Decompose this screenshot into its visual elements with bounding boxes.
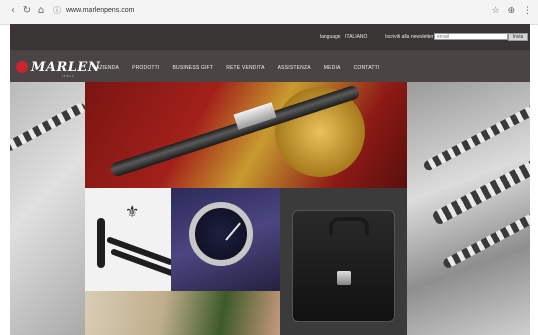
- briefcase-clasp: [337, 271, 351, 285]
- top-bar: language ITALIANO Iscriviti alla newslet…: [10, 24, 530, 50]
- reload-icon[interactable]: ↻: [22, 6, 32, 16]
- pen-decoration: [422, 102, 530, 172]
- watch-image: [189, 202, 253, 266]
- menu-item-rete-vendita[interactable]: RETE VENDITA: [226, 65, 264, 71]
- language-label: language: [320, 34, 341, 40]
- info-icon[interactable]: ⓘ: [52, 6, 62, 16]
- star-icon[interactable]: ☆: [492, 6, 500, 16]
- briefcase-handle: [329, 217, 369, 235]
- crest-emblem: ⚜: [125, 202, 140, 221]
- send-button[interactable]: Invia: [508, 33, 528, 41]
- pen-decoration: [431, 152, 530, 226]
- menu-item-prodotti[interactable]: PRODOTTI: [132, 65, 159, 71]
- craft-tile[interactable]: [85, 291, 280, 335]
- email-field[interactable]: [434, 33, 508, 40]
- menu: AZIENDA PRODOTTI BUSINESS GIFT RETE VEND…: [96, 65, 392, 71]
- language-selector[interactable]: ITALIANO: [345, 34, 367, 40]
- menu-item-contatti[interactable]: CONTATTI: [354, 65, 380, 71]
- logo-subtitle: ITALY: [62, 74, 75, 78]
- watch-hand: [225, 222, 241, 241]
- pens-tile[interactable]: ⚜: [85, 188, 171, 291]
- briefcase-tile[interactable]: [280, 188, 407, 335]
- browser-toolbar: ‹ ↻ ⌂ ⓘ www.marlenpens.com ☆ ⊕ ⋮: [0, 0, 538, 25]
- back-icon[interactable]: ‹: [8, 6, 18, 16]
- menu-item-assistenza[interactable]: ASSISTENZA: [278, 65, 311, 71]
- watch-tile[interactable]: [171, 188, 280, 291]
- main-nav: MARLEN ITALY AZIENDA PRODOTTI BUSINESS G…: [10, 50, 530, 82]
- hero-image[interactable]: [85, 82, 407, 188]
- background-left: [10, 82, 88, 335]
- logo[interactable]: MARLEN: [16, 58, 100, 76]
- extension-icon[interactable]: ⊕: [508, 6, 516, 16]
- logo-text: MARLEN: [31, 59, 101, 75]
- menu-icon[interactable]: ⋮: [523, 6, 532, 16]
- menu-item-media[interactable]: MEDIA: [324, 65, 341, 71]
- website: language ITALIANO Iscriviti alla newslet…: [10, 24, 530, 335]
- pen-decoration: [10, 101, 88, 153]
- newsletter-label: Iscriviti alla newsletter: [385, 34, 434, 40]
- menu-item-business-gift[interactable]: BUSINESS GIFT: [173, 65, 214, 71]
- browser-actions: ☆ ⊕ ⋮: [487, 6, 532, 16]
- address-bar[interactable]: www.marlenpens.com: [66, 7, 134, 14]
- logo-mark-icon: [16, 61, 28, 73]
- briefcase-image: [292, 210, 395, 322]
- pen-image: [97, 218, 105, 268]
- home-icon[interactable]: ⌂: [36, 6, 46, 16]
- background-right: [407, 82, 530, 335]
- menu-item-azienda[interactable]: AZIENDA: [96, 65, 119, 71]
